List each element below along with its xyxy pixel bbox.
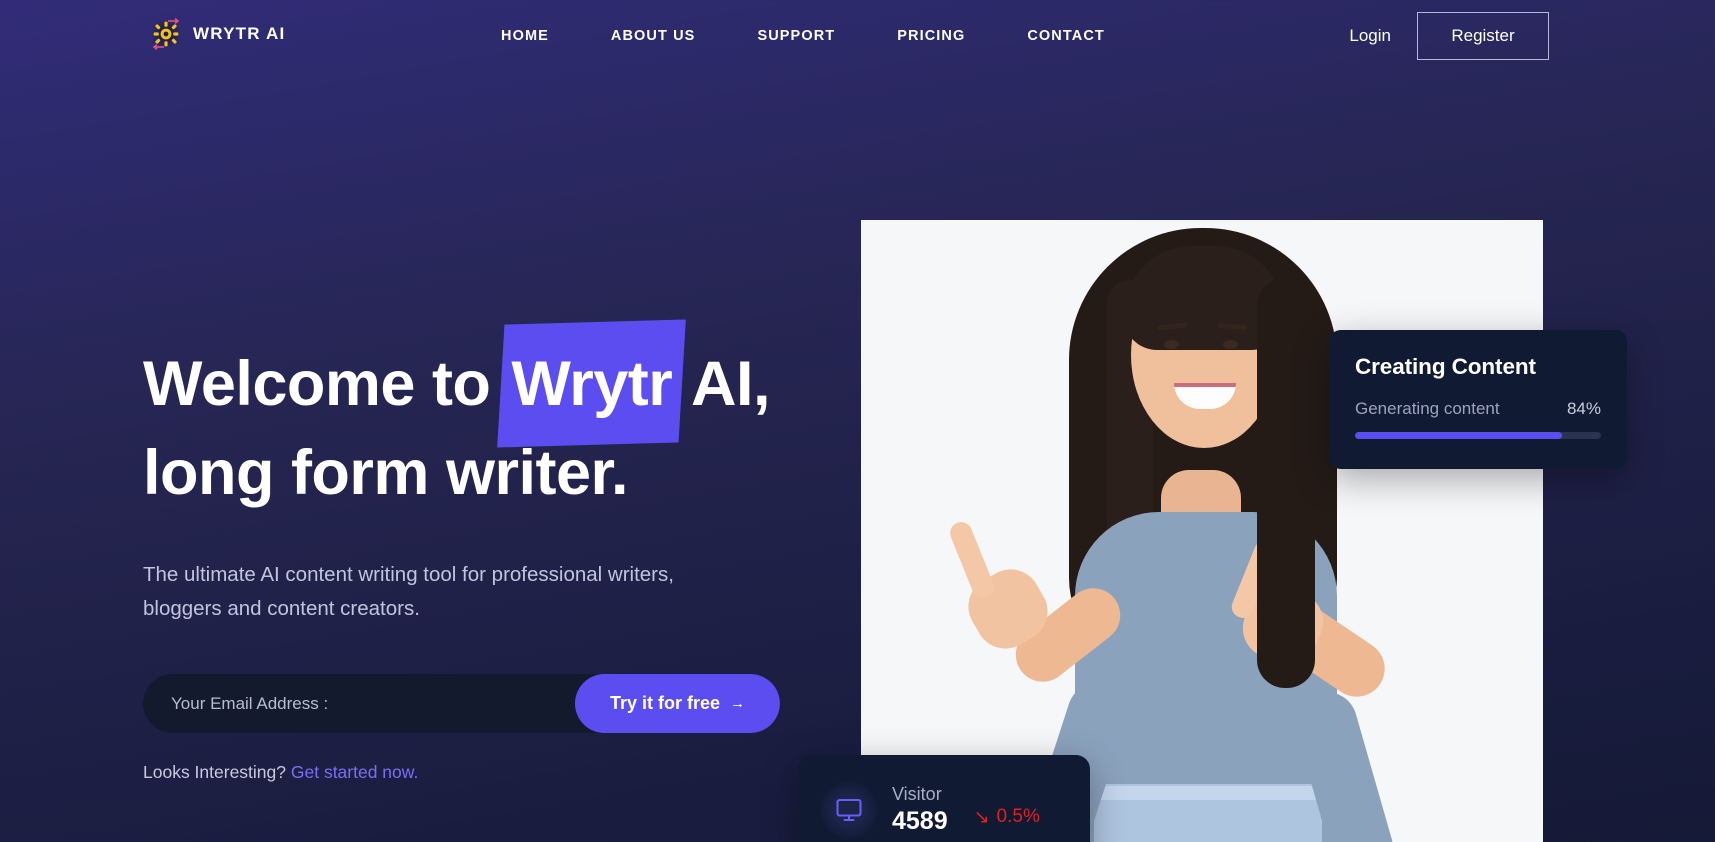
creating-content-status-row: Generating content 84%	[1355, 399, 1601, 419]
monitor-icon	[820, 781, 878, 839]
nav-item-about-us[interactable]: ABOUT US	[580, 28, 727, 44]
register-button[interactable]: Register	[1417, 12, 1549, 60]
headline-highlight: Wrytr	[507, 340, 676, 429]
get-started-link[interactable]: Get started now.	[291, 762, 418, 782]
creating-content-title: Creating Content	[1355, 354, 1536, 379]
visitor-stat-card: Visitor 4589 ↘ 0.5%	[798, 755, 1090, 842]
try-it-for-free-button[interactable]: Try it for free →	[575, 674, 780, 733]
interest-line: Looks Interesting? Get started now.	[143, 762, 803, 783]
primary-nav: HOME ABOUT US SUPPORT PRICING CONTACT	[470, 0, 1136, 72]
hero-subtitle-line2: bloggers and content creators.	[143, 597, 420, 620]
brand-logo[interactable]: WRYTR AI	[148, 14, 285, 54]
headline-post: AI,	[676, 349, 771, 419]
nav-item-pricing[interactable]: PRICING	[866, 28, 996, 44]
headline-pre: Welcome to	[143, 349, 508, 419]
creating-content-card: Creating Content Generating content 84%	[1329, 330, 1627, 469]
hero-copy: Welcome to Wrytr AI, long form writer. T…	[143, 340, 803, 783]
arrow-right-icon: →	[730, 695, 746, 712]
email-signup-form: Try it for free →	[143, 674, 780, 733]
top-navbar: WRYTR AI HOME ABOUT US SUPPORT PRICING C…	[0, 0, 1715, 72]
try-it-for-free-label: Try it for free	[609, 693, 721, 713]
hero-subtitle-line1: The ultimate AI content writing tool for…	[143, 563, 674, 586]
trend-down-icon: ↘	[973, 806, 990, 828]
hero-subtitle: The ultimate AI content writing tool for…	[143, 558, 723, 626]
page-title: Welcome to Wrytr AI,	[143, 340, 803, 429]
visitor-delta-value: 0.5%	[996, 806, 1040, 827]
visitor-value: 4589	[892, 807, 948, 835]
hero-image-woman-pointing	[861, 220, 1543, 842]
brand-name: WRYTR AI	[193, 24, 286, 43]
gear-logo-icon	[148, 16, 184, 52]
nav-item-home[interactable]: HOME	[470, 28, 580, 44]
visitor-delta: ↘ 0.5%	[974, 792, 1040, 829]
interest-text: Looks Interesting?	[143, 762, 291, 782]
nav-actions: Login Register	[1349, 0, 1549, 72]
login-link[interactable]: Login	[1349, 26, 1391, 46]
nav-item-support[interactable]: SUPPORT	[726, 28, 866, 44]
progress-bar-track	[1355, 432, 1601, 439]
generating-content-percent: 84%	[1566, 399, 1601, 418]
generating-content-label: Generating content	[1355, 399, 1500, 418]
progress-bar-fill	[1355, 432, 1562, 439]
email-input[interactable]	[143, 693, 575, 714]
visitor-stat-body: Visitor 4589	[892, 784, 948, 836]
nav-item-contact[interactable]: CONTACT	[996, 28, 1136, 44]
visitor-label: Visitor	[892, 784, 942, 804]
page-title-line2: long form writer.	[143, 438, 629, 508]
